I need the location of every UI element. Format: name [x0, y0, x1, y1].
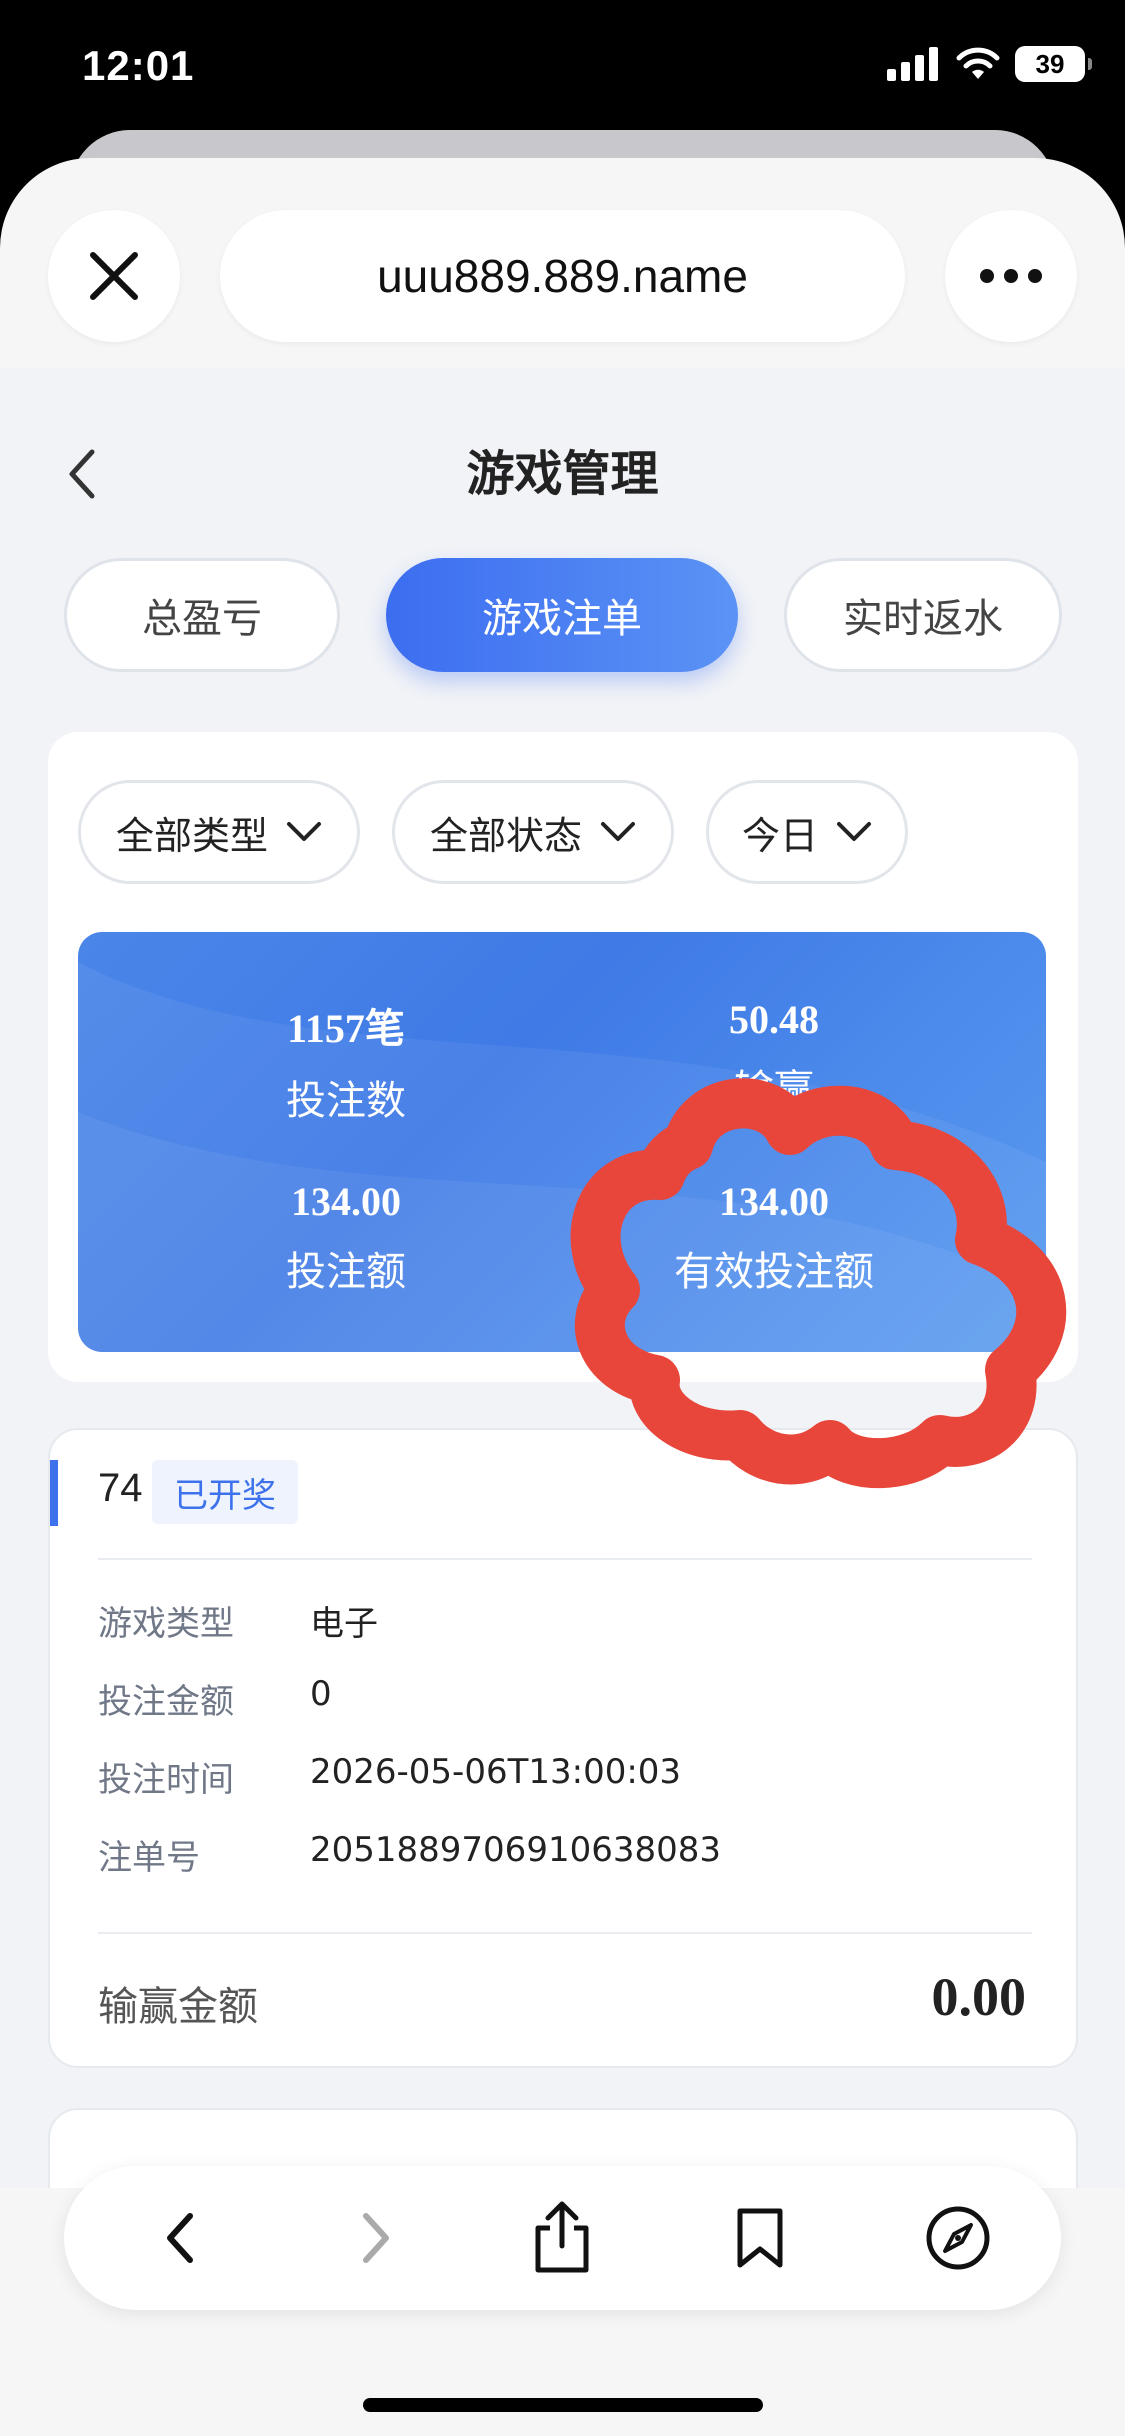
bet-amount-label: 投注金额 — [98, 1682, 234, 1722]
status-filter-label: 全部状态 — [429, 813, 582, 858]
bet-count-label: 投注数 — [286, 1078, 406, 1124]
bet-count-value: 1157笔 — [287, 1006, 405, 1051]
close-tab-button[interactable] — [48, 210, 180, 342]
wifi-icon — [956, 47, 1000, 79]
chevron-right-icon — [363, 2213, 389, 2263]
cellular-signal-icon — [887, 47, 938, 81]
type-filter-dropdown[interactable]: 全部类型 — [78, 780, 360, 884]
game-type-label: 游戏类型 — [98, 1604, 234, 1644]
date-filter-dropdown[interactable]: 今日 — [706, 780, 908, 884]
stat-valid-bet-amount: 134.00 有效投注额 — [554, 1178, 994, 1297]
status-icons: 39 — [887, 46, 1092, 82]
chevron-down-icon — [601, 822, 635, 841]
home-indicator — [363, 2398, 763, 2412]
stat-bet-count: 1157笔 投注数 — [126, 996, 566, 1126]
share-button[interactable] — [512, 2188, 612, 2288]
stat-bet-amount: 134.00 投注额 — [126, 1178, 566, 1297]
bookmark-icon — [737, 2208, 783, 2268]
divider — [98, 1932, 1032, 1934]
bet-record-id: 74 — [98, 1466, 143, 1510]
win-loss-amount-label: 输赢金额 — [98, 1984, 258, 2030]
order-number-value: 2051889706910638083 — [310, 1830, 722, 1870]
bet-time-label: 投注时间 — [98, 1760, 234, 1800]
bookmarks-button[interactable] — [710, 2188, 810, 2288]
close-icon — [90, 252, 138, 300]
win-loss-value: 50.48 — [729, 997, 819, 1042]
share-icon — [535, 2201, 589, 2273]
tabs-compass-button[interactable] — [908, 2188, 1008, 2288]
compass-icon — [926, 2206, 990, 2270]
game-type-value: 电子 — [310, 1604, 378, 1644]
date-filter-label: 今日 — [741, 813, 818, 858]
valid-bet-amount-label: 有效投注额 — [674, 1249, 874, 1295]
browser-toolbar — [64, 2166, 1061, 2310]
type-filter-label: 全部类型 — [115, 813, 268, 858]
tab-total-profit-loss[interactable]: 总盈亏 — [64, 558, 340, 672]
bet-amount-label: 投注额 — [286, 1249, 406, 1295]
status-time: 12:01 — [82, 42, 195, 89]
more-options-button[interactable] — [945, 210, 1077, 342]
browser-back-button[interactable] — [130, 2188, 230, 2288]
win-loss-label: 输赢 — [734, 1067, 814, 1113]
chevron-left-icon — [167, 2213, 193, 2263]
bet-amount-value: 134.00 — [291, 1179, 401, 1224]
status-bar: 12:01 39 — [0, 0, 1125, 140]
summary-card: 全部类型 全部状态 今日 1157笔 投注数 50.48 输赢 134.00 投… — [48, 732, 1078, 1382]
chevron-down-icon — [287, 822, 321, 841]
win-loss-amount-value: 0.00 — [931, 1967, 1027, 2027]
page-title: 游戏管理 — [466, 446, 659, 502]
tab-realtime-rebate[interactable]: 实时返水 — [784, 558, 1062, 672]
stat-win-loss: 50.48 输赢 — [554, 996, 994, 1115]
more-icon — [980, 269, 1042, 283]
browser-forward-button[interactable] — [326, 2188, 426, 2288]
bet-time-value: 2026-05-06T13:00:03 — [310, 1752, 682, 1792]
bet-record-card[interactable]: 74 已开奖 游戏类型 电子 投注金额 0 投注时间 2026-05-06T13… — [48, 1428, 1078, 2068]
divider — [98, 1558, 1032, 1560]
status-badge: 已开奖 — [152, 1460, 298, 1524]
valid-bet-amount-value: 134.00 — [719, 1179, 829, 1224]
bet-amount-value: 0 — [310, 1674, 332, 1714]
battery-icon: 39 — [1015, 46, 1092, 82]
status-filter-dropdown[interactable]: 全部状态 — [392, 780, 674, 884]
tab-game-bets[interactable]: 游戏注单 — [386, 558, 738, 672]
chevron-down-icon — [837, 822, 871, 841]
url-bar[interactable]: uuu889.889.name — [220, 210, 905, 342]
summary-panel: 1157笔 投注数 50.48 输赢 134.00 投注额 134.00 有效投… — [78, 932, 1046, 1352]
order-number-label: 注单号 — [98, 1838, 200, 1878]
page-content: 游戏管理 总盈亏 游戏注单 实时返水 全部类型 全部状态 今日 1157笔 投注… — [0, 368, 1125, 2188]
card-accent-bar — [50, 1460, 58, 1526]
